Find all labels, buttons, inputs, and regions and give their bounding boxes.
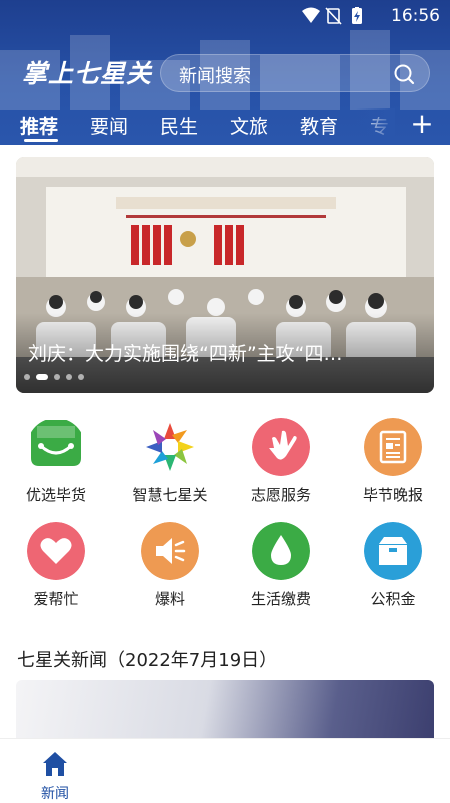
service-aibangmang[interactable]: 爱帮忙 xyxy=(6,522,106,612)
home-icon xyxy=(43,752,67,776)
search-icon[interactable] xyxy=(393,63,415,85)
service-housing-fund[interactable]: 公积金 xyxy=(343,522,443,612)
carousel-dot[interactable] xyxy=(54,374,60,380)
section-title: 七星关新闻（2022年7月19日） xyxy=(17,650,278,671)
water-drop-icon xyxy=(252,522,310,580)
box-icon xyxy=(364,522,422,580)
service-life-payment[interactable]: 生活缴费 xyxy=(231,522,331,612)
tab-fade xyxy=(355,108,395,144)
service-label: 公积金 xyxy=(370,590,416,608)
service-label: 爆料 xyxy=(154,590,185,608)
bottom-nav: 新闻 xyxy=(0,738,450,802)
service-label: 志愿服务 xyxy=(250,486,311,504)
service-volunteer[interactable]: 志愿服务 xyxy=(231,418,331,508)
color-wheel-icon xyxy=(146,423,194,471)
service-zhihui-qixingguan[interactable]: 智慧七星关 xyxy=(120,418,220,508)
carousel-dot[interactable] xyxy=(24,374,30,380)
status-icons xyxy=(302,7,362,25)
tab-recommend[interactable]: 推荐 xyxy=(20,112,58,139)
service-youxuan-bihuo[interactable]: 优选毕货 xyxy=(6,418,106,508)
banner-carousel[interactable]: 刘庆：大力实施围绕“四新”主攻“四… xyxy=(16,157,434,393)
search-placeholder: 新闻搜索 xyxy=(179,66,251,87)
nav-news[interactable]: 新闻 xyxy=(20,745,90,802)
app-header: 16:56 掌上七星关 新闻搜索 推荐 要闻 民生 文旅 教育 专 + xyxy=(0,0,450,145)
newspaper-icon xyxy=(364,418,422,476)
heart-hand-icon xyxy=(252,418,310,476)
service-bijie-evening-news[interactable]: 毕节晚报 xyxy=(343,418,443,508)
nav-news-label: 新闻 xyxy=(41,786,69,802)
service-label: 优选毕货 xyxy=(25,486,86,504)
tab-livelihood[interactable]: 民生 xyxy=(160,112,198,139)
carousel-dot-active[interactable] xyxy=(36,374,48,380)
search-input[interactable]: 新闻搜索 xyxy=(160,54,430,92)
service-baoliao[interactable]: 爆料 xyxy=(120,522,220,612)
no-sim-icon xyxy=(325,7,342,25)
carousel-dot[interactable] xyxy=(78,374,84,380)
add-channel-icon[interactable]: + xyxy=(410,110,434,138)
carousel-dot[interactable] xyxy=(66,374,72,380)
app-logo: 掌上七星关 xyxy=(22,59,153,88)
tab-headlines[interactable]: 要闻 xyxy=(90,112,128,139)
megaphone-icon xyxy=(141,522,199,580)
status-bar: 16:56 xyxy=(0,0,450,32)
service-label: 毕节晚报 xyxy=(362,486,423,504)
tab-culture-tourism[interactable]: 文旅 xyxy=(230,112,268,139)
status-time: 16:56 xyxy=(391,6,440,26)
service-label: 生活缴费 xyxy=(250,590,311,608)
service-label: 爱帮忙 xyxy=(33,590,79,608)
active-tab-indicator xyxy=(24,139,58,142)
category-tabs: 推荐 要闻 民生 文旅 教育 专 + xyxy=(0,108,450,144)
banner-caption[interactable]: 刘庆：大力实施围绕“四新”主攻“四… xyxy=(28,339,428,366)
battery-icon xyxy=(352,7,362,24)
service-label: 智慧七星关 xyxy=(132,486,208,504)
heart-icon xyxy=(27,522,85,580)
shopping-bag-icon xyxy=(31,420,81,466)
tab-education[interactable]: 教育 xyxy=(300,112,338,139)
wifi-icon xyxy=(302,7,320,23)
